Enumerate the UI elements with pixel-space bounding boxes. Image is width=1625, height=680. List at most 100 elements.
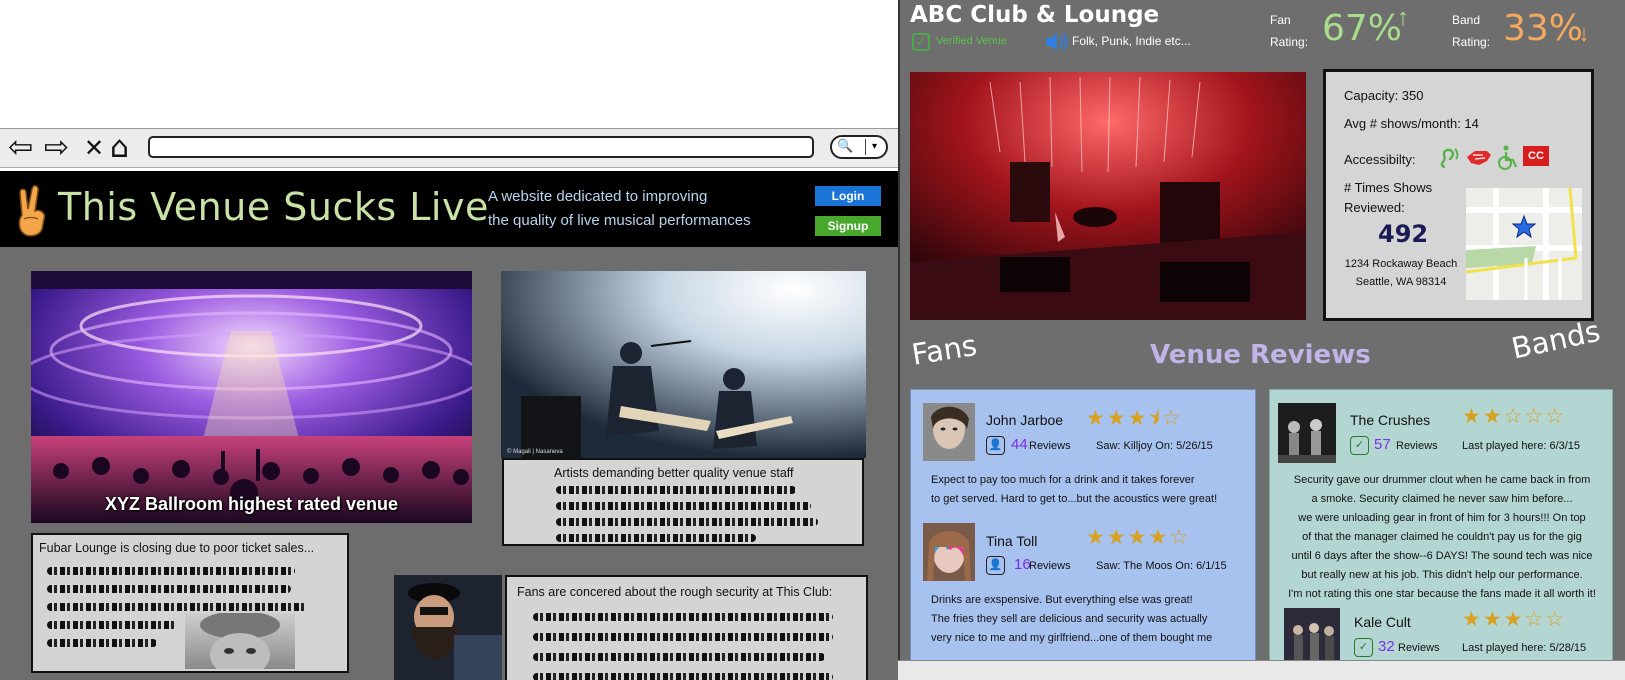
article-headline: Fans are concered about the rough securi… (517, 585, 833, 599)
scribble-text (533, 673, 833, 680)
review-line: but really new at his job. This didn't h… (1301, 569, 1583, 581)
fubar-article-card[interactable]: Fubar Lounge is closing due to poor tick… (31, 533, 349, 673)
review-text: Drinks are exspensive. But everything el… (931, 591, 1212, 648)
reviews-label: Reviews (1398, 642, 1440, 654)
address-city: Seattle, WA 98314 (1355, 276, 1447, 288)
search-dropdown[interactable]: 🔍 ▾ (830, 135, 888, 159)
signup-button[interactable]: Signup (815, 216, 881, 236)
star-empty-icon: ☆☆☆ (1503, 404, 1567, 428)
star-full-icon: ★★★ (1462, 607, 1525, 631)
accessibility-label: Accessibilty: (1344, 152, 1416, 167)
address-street: 1234 Rockaway Beach (1344, 258, 1458, 270)
fan-rating-label-line: Rating: (1270, 35, 1309, 49)
scribble-text (47, 567, 295, 575)
security-photo[interactable] (394, 575, 502, 680)
review-line: very nice to me and my girlfriend...one … (931, 632, 1213, 644)
avatar[interactable] (1284, 608, 1340, 668)
scribble-text (47, 639, 157, 647)
scribble-text (556, 534, 756, 542)
review-line: we were unloading gear in front of him f… (1298, 512, 1586, 524)
login-button[interactable]: Login (815, 186, 881, 206)
reviewer-name[interactable]: John Jarboe (986, 412, 1063, 428)
site-title: This Venue Sucks Live (58, 185, 489, 229)
venue-profile-panel: ABC Club & Lounge ✓ Verified Venue Folk,… (898, 0, 1625, 680)
avatar[interactable] (923, 523, 975, 581)
peace-hand-icon (18, 185, 46, 237)
review-text: Expect to pay too much for a drink and i… (931, 471, 1217, 509)
featured-caption: XYZ Ballroom highest rated venue (104, 494, 399, 514)
review-line: The fries they sell are delicious and se… (931, 613, 1208, 625)
tagline-line: A website dedicated to improving (488, 188, 708, 205)
hearing-assist-icon (1440, 148, 1459, 169)
review-count: 57 (1374, 436, 1391, 453)
band-rating-label-line: Rating: (1452, 35, 1491, 49)
star-half-icon: ⯨ (1148, 406, 1162, 430)
review-line: Security gave our drummer clout when he … (1293, 474, 1591, 486)
featured-venue-photo[interactable]: XYZ Ballroom highest rated venue (31, 271, 472, 523)
times-reviewed-count: 492 (1378, 220, 1429, 248)
tagline-line: the quality of live musical performances (488, 212, 751, 229)
verified-check-icon: ✓ (1354, 638, 1373, 657)
review-text: Security gave our drummer clout when he … (1274, 471, 1610, 604)
browser-toolbar: ⇦ ⇨ ✕ ⌂ 🔍 ▾ (0, 128, 898, 168)
avatar[interactable] (923, 403, 975, 461)
chevron-down-icon[interactable]: ▾ (865, 139, 883, 155)
scribble-text (556, 486, 796, 494)
review-count: 32 (1378, 638, 1395, 655)
fan-rating-label: Fan Rating: (1270, 9, 1308, 53)
fans-article-card[interactable]: Fans are concered about the rough securi… (505, 575, 868, 680)
verified-check-icon: ✓ (912, 33, 930, 51)
verified-check-icon: ✓ (1350, 436, 1369, 455)
close-icon[interactable]: ✕ (84, 131, 104, 165)
speaker-icon (1046, 33, 1068, 51)
star-rating: ★★☆☆☆ (1462, 404, 1566, 428)
venue-stage-photo[interactable] (910, 72, 1306, 320)
bottom-scroll-strip[interactable] (898, 660, 1625, 680)
reviewer-name[interactable]: Tina Toll (986, 533, 1037, 549)
review-line: to get served. Hard to get to...but the … (931, 493, 1218, 505)
photo-credit: © Magali | Nasaneva (507, 448, 563, 455)
closed-caption-icon: CC (1523, 146, 1549, 166)
location-map[interactable] (1466, 188, 1582, 300)
search-icon: 🔍 (837, 138, 854, 153)
sign-language-icon (1467, 151, 1491, 165)
review-line: until 6 days after the show--6 DAYS! The… (1291, 550, 1593, 562)
review-line: a smoke. Security claimed he never saw h… (1311, 493, 1573, 505)
fubar-face-photo (185, 613, 295, 669)
arrow-right-icon[interactable]: ⇨ (44, 131, 69, 165)
star-rating: ★★★⯨☆ (1086, 404, 1182, 439)
venue-info-card: Capacity: 350 Avg # shows/month: 14 Acce… (1323, 69, 1594, 321)
user-badge-icon: 👤 (986, 436, 1005, 455)
times-reviewed-label: # Times Shows (1344, 180, 1433, 195)
home-icon[interactable]: ⌂ (110, 131, 129, 165)
reviews-label: Reviews (1396, 440, 1438, 452)
band-name[interactable]: Kale Cult (1354, 614, 1411, 630)
venue-name: ABC Club & Lounge (910, 2, 1160, 28)
star-full-icon: ★★★★ (1086, 525, 1170, 549)
bands-heading: Bands (1508, 313, 1604, 366)
artists-photo[interactable]: © Magali | Nasaneva (501, 271, 866, 458)
guitarists-image: © Magali | Nasaneva (501, 271, 866, 458)
scribble-text (556, 518, 818, 526)
star-rating: ★★★☆☆ (1462, 607, 1566, 631)
review-line: Expect to pay too much for a drink and i… (931, 474, 1195, 486)
wheelchair-icon (1498, 145, 1518, 170)
star-full-icon: ★★ (1462, 404, 1504, 428)
arrow-down-icon: ↓ (1578, 20, 1590, 47)
ballroom-image (31, 271, 472, 523)
genres-label: Folk, Punk, Indie etc... (1072, 34, 1191, 48)
review-line: I'm not rating this one star because the… (1288, 588, 1596, 600)
arrow-left-icon[interactable]: ⇦ (8, 131, 33, 165)
review-count: 44 (1011, 436, 1028, 453)
address-bar[interactable] (148, 136, 814, 158)
band-rating-label: Band Rating: (1452, 9, 1490, 53)
venue-reviews-heading: Venue Reviews (1150, 340, 1371, 370)
band-name[interactable]: The Crushes (1350, 412, 1430, 428)
artists-article-card[interactable]: Artists demanding better quality venue s… (502, 458, 864, 546)
scribble-text (533, 653, 825, 661)
review-meta: Saw: The Moos On: 6/1/15 (1096, 560, 1227, 572)
fans-heading: Fans (909, 327, 980, 372)
article-headline: Artists demanding better quality venue s… (554, 466, 794, 480)
avatar[interactable] (1278, 403, 1336, 463)
scribble-text (47, 603, 307, 611)
